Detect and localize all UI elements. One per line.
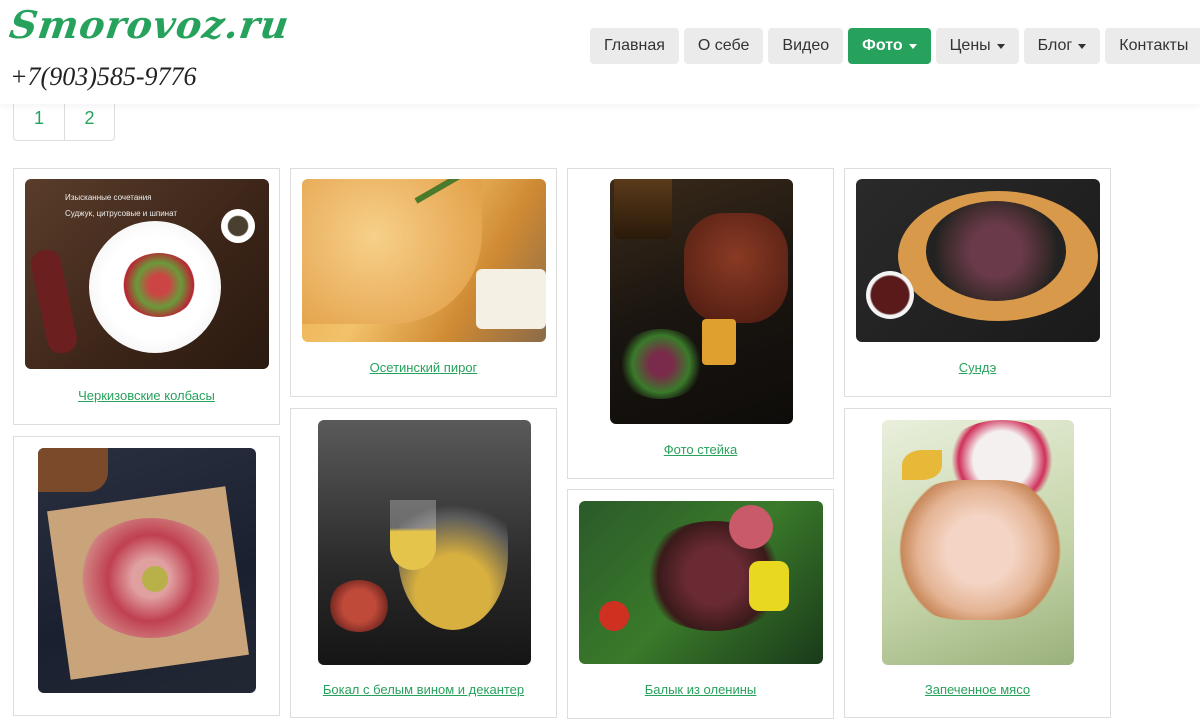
nav-prices[interactable]: Цены [935,28,1019,64]
site-logo[interactable]: Smorovoz.ru [7,2,293,47]
main-nav: Главная О себе Видео Фото Цены Блог Конт… [590,28,1200,64]
gallery-card [13,436,280,716]
gallery-card: Фото стейка [567,168,834,479]
gallery-card: Бокал с белым вином и декантер [290,408,557,718]
photo-salad [121,253,197,317]
photo-baked-meat[interactable] [882,420,1074,665]
photo-venison[interactable] [579,501,823,664]
gallery-caption[interactable]: Запеченное мясо [845,682,1110,697]
nav-contacts[interactable]: Контакты [1105,28,1200,64]
photo-steak[interactable] [610,179,793,424]
photo-cheese [476,269,546,329]
nav-prices-label: Цены [949,37,991,54]
nav-contacts-label: Контакты [1119,37,1189,54]
chevron-down-icon [996,43,1005,49]
photo-garnish [902,450,942,480]
nav-photo-label: Фото [862,37,903,54]
photo-cold-cuts[interactable] [38,448,256,693]
photo-tomato [599,601,629,631]
photo-potato [702,319,736,365]
gallery-card: Сундэ [844,168,1111,397]
nav-video-label: Видео [782,37,830,54]
photo-ossetian-pie[interactable] [302,179,546,342]
photo-text-1: Изысканные сочетания [65,193,152,202]
nav-about[interactable]: О себе [683,28,764,64]
photo-sauce [866,271,914,319]
gallery-caption[interactable]: Бокал с белым вином и декантер [291,682,556,697]
photo-pepper [749,561,789,611]
photo-greens [616,329,706,399]
photo-radish [729,505,773,549]
nav-blog[interactable]: Блог [1023,28,1101,64]
gallery-caption[interactable]: Черкизовские колбасы [14,388,279,403]
gallery-caption[interactable]: Фото стейка [568,442,833,457]
nav-video[interactable]: Видео [768,28,844,64]
gallery-card: Балык из оленины [567,489,834,719]
nav-about-label: О себе [697,37,750,54]
photo-grapes [328,580,390,632]
photo-sausage [28,247,80,356]
photo-wine-glass [390,500,436,570]
gallery-card: Изысканные сочетания Суджук, цитрусовые … [13,168,280,425]
photo-pan [926,201,1066,301]
photo-wine[interactable] [318,420,531,665]
photo-sundae[interactable] [856,179,1100,342]
photo-bowl [221,209,255,243]
photo-glass [614,179,672,239]
phone-number[interactable]: +7(903)585-9776 [10,62,197,92]
nav-blog-label: Блог [1037,37,1073,54]
chevron-down-icon [1078,43,1087,49]
gallery-caption[interactable]: Осетинский пирог [291,360,556,375]
nav-home-label: Главная [604,37,665,54]
photo-olives [142,566,168,592]
gallery-card: Запеченное мясо [844,408,1111,718]
photo-bread [38,448,108,492]
chevron-down-icon [908,43,917,49]
photo-pie-crust [302,179,482,324]
gallery-card: Осетинский пирог [290,168,557,397]
gallery-caption[interactable]: Балык из оленины [568,682,833,697]
nav-photo[interactable]: Фото [848,28,931,64]
photo-text-2: Суджук, цитрусовые и шпинат [65,209,178,218]
photo-sausages[interactable]: Изысканные сочетания Суджук, цитрусовые … [25,179,269,369]
nav-home[interactable]: Главная [590,28,679,64]
site-header: Smorovoz.ru +7(903)585-9776 Главная О се… [0,0,1200,104]
gallery-caption[interactable]: Сундэ [845,360,1110,375]
photo-meat-slices [892,480,1068,620]
photo-steak-meat [684,213,788,323]
